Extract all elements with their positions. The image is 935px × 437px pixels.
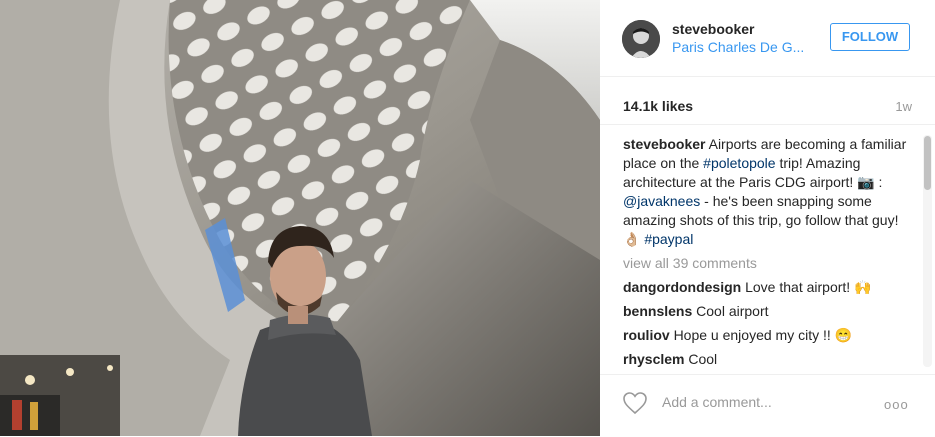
view-all-comments-link[interactable]: view all 39 comments	[623, 254, 915, 273]
comment-item: rhysclem Cool	[623, 350, 915, 369]
raised-hands-emoji-icon: 🙌	[854, 279, 872, 295]
add-comment-input[interactable]	[662, 391, 862, 413]
comments-scrollbar[interactable]	[923, 135, 932, 367]
comment-username[interactable]: rouliov	[623, 327, 670, 343]
comment-footer: ooo	[600, 374, 935, 437]
post-caption: stevebooker Airports are becoming a fami…	[623, 135, 915, 249]
comment-text: Cool airport	[696, 303, 769, 319]
heart-icon-shape	[623, 392, 647, 415]
comment-username[interactable]: rhysclem	[623, 351, 684, 367]
camera-emoji-icon: 📷	[857, 174, 875, 190]
grin-emoji-icon: 😁	[834, 327, 853, 343]
comments-list[interactable]: stevebooker Airports are becoming a fami…	[623, 135, 915, 375]
ok-hand-emoji-icon: 👌	[623, 231, 641, 247]
post-author-username[interactable]: stevebooker	[672, 21, 754, 37]
post-photo[interactable]	[0, 0, 600, 436]
comment-username[interactable]: bennslens	[623, 303, 692, 319]
more-options-icon[interactable]: ooo	[884, 397, 909, 412]
likes-row: 14.1k likes 1w	[600, 77, 935, 125]
mention-link[interactable]: @javaknees	[623, 193, 700, 209]
comment-item: bennslens Cool airport	[623, 302, 915, 321]
post-side-panel: stevebooker Paris Charles De G... FOLLOW…	[600, 0, 935, 436]
comment-item: dangordondesign Love that airport! 🙌	[623, 278, 915, 297]
comment-item: rouliov Hope u enjoyed my city !! 😁	[623, 326, 915, 345]
post-location-link[interactable]: Paris Charles De G...	[672, 39, 804, 55]
airport-photo-image	[0, 0, 600, 436]
post-view: stevebooker Paris Charles De G... FOLLOW…	[0, 0, 935, 436]
post-age[interactable]: 1w	[895, 99, 912, 114]
caption-text: :	[874, 174, 883, 190]
avatar-image	[622, 20, 660, 58]
comment-username[interactable]: dangordondesign	[623, 279, 741, 295]
hashtag-link[interactable]: #poletopole	[703, 155, 775, 171]
post-header: stevebooker Paris Charles De G... FOLLOW	[600, 0, 935, 77]
likes-count[interactable]: 14.1k likes	[623, 98, 693, 114]
comment-text: Love that airport!	[745, 279, 855, 295]
follow-button[interactable]: FOLLOW	[830, 23, 910, 51]
caption-username[interactable]: stevebooker	[623, 136, 705, 152]
comment-text: Cool	[688, 351, 718, 367]
heart-outline-icon[interactable]	[622, 391, 648, 420]
hashtag-link[interactable]: #paypal	[644, 231, 693, 247]
scrollbar-thumb[interactable]	[924, 136, 931, 190]
comment-text: Hope u enjoyed my city !!	[673, 327, 835, 343]
avatar[interactable]	[622, 20, 660, 58]
